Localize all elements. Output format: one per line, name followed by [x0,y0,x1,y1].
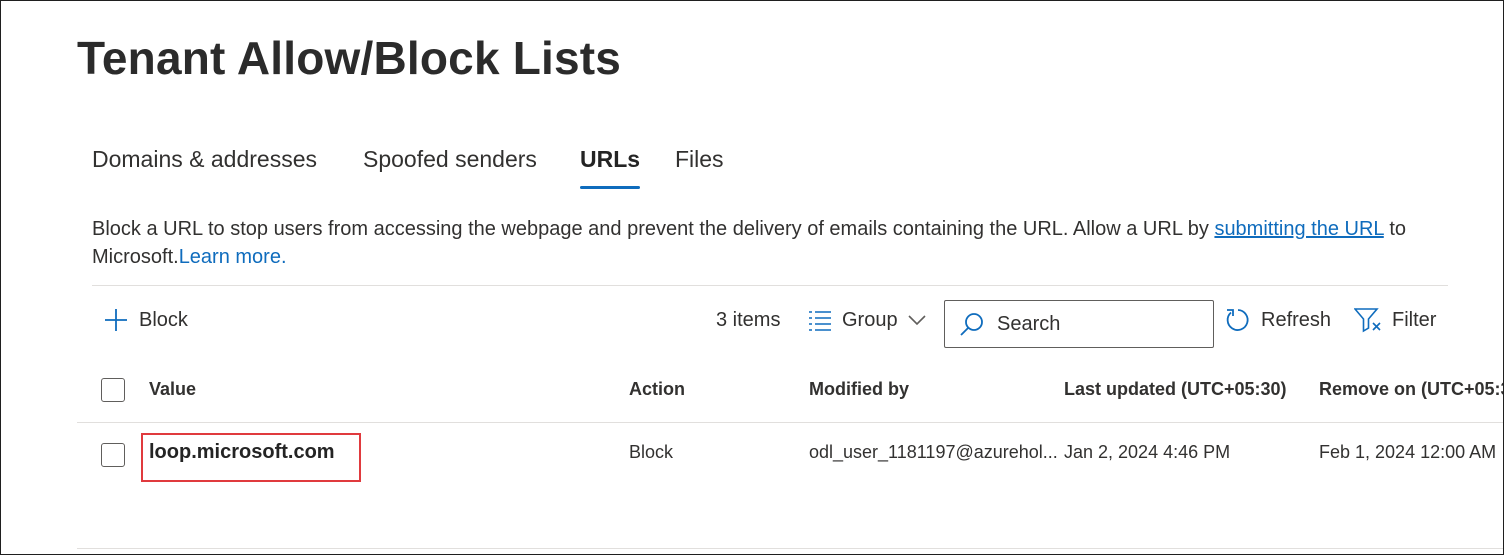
row-modified-by: odl_user_1181197@azurehol... [809,442,1058,462]
row-last-updated: Jan 2, 2024 4:46 PM [1064,442,1231,462]
table-bottom-divider [77,548,1503,549]
column-header-last-updated[interactable]: Last updated (UTC+05:30) [1064,379,1287,400]
block-button[interactable]: Block [103,297,188,343]
app-frame: Tenant Allow/Block Lists Domains & addre… [0,0,1504,555]
block-button-label: Block [139,308,188,331]
row-remove-on: Feb 1, 2024 12:00 AM [1319,442,1497,462]
item-count: 3 items [716,297,780,343]
refresh-label: Refresh [1261,308,1332,331]
item-count-label: 3 items [716,308,781,331]
group-list-icon [808,309,832,331]
search-placeholder: Search [997,312,1061,335]
column-header-remove-on[interactable]: Remove on (UTC+05:30) [1319,379,1503,400]
column-header-modified-by[interactable]: Modified by [809,379,909,400]
description-text: Block a URL to stop users from accessing… [92,218,1215,240]
tab-spoofed-senders[interactable]: Spoofed senders [363,143,537,189]
tab-files[interactable]: Files [675,143,724,189]
chevron-down-icon [908,314,926,326]
search-icon [959,311,985,337]
column-header-value[interactable]: Value [149,379,196,400]
page-title: Tenant Allow/Block Lists [77,32,622,84]
select-all-checkbox[interactable] [101,378,125,402]
table-header: Value Action Modified by Last updated (U… [77,365,1503,423]
filter-icon [1354,307,1382,333]
page-description: Block a URL to stop users from accessing… [92,215,1452,271]
group-label: Group [842,308,898,331]
filter-button[interactable]: Filter [1354,297,1436,343]
refresh-icon [1225,307,1251,333]
command-bar: Block 3 items Group Search Refresh Filte… [1,297,1503,349]
filter-label: Filter [1392,308,1437,331]
tab-domains-addresses[interactable]: Domains & addresses [92,143,317,189]
group-dropdown[interactable]: Group [808,297,926,343]
section-divider [92,285,1448,286]
highlight-annotation-box [141,433,361,482]
column-header-action[interactable]: Action [629,379,685,400]
row-checkbox[interactable] [101,443,125,467]
submit-url-link[interactable]: submitting the URL [1214,218,1383,240]
tab-urls[interactable]: URLs [580,143,641,189]
refresh-button[interactable]: Refresh [1225,297,1331,343]
row-action: Block [629,442,674,462]
learn-more-link[interactable]: Learn more. [179,246,287,268]
search-input[interactable]: Search [944,300,1214,348]
plus-icon [103,307,129,333]
